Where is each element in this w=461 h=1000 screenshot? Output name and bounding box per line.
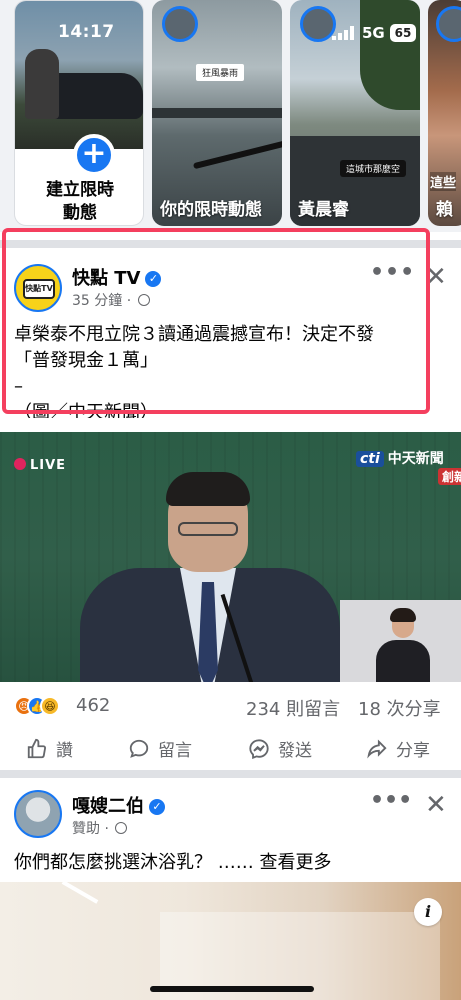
page-name-text: 嘎嫂二伯 [72, 796, 144, 817]
post-text: 你們都怎麼挑選沐浴乳？ …… 查看更多 [14, 848, 331, 874]
close-icon[interactable]: ✕ [425, 262, 447, 292]
feed-divider [0, 240, 461, 248]
add-story-icon[interactable]: + [73, 134, 115, 176]
post-video[interactable]: LIVE cti 中天新聞 創新 [0, 432, 461, 682]
see-more-link[interactable]: 查看更多 [259, 852, 331, 873]
post-image[interactable]: i [0, 880, 461, 1000]
post-action-bar: 讚 留言 發送 分享 [0, 730, 461, 770]
story-sticker: 狂風暴雨 [196, 64, 245, 81]
reaction-icons[interactable]: 😠👍😆 [14, 695, 60, 716]
story-name: 黃晨睿 [298, 200, 349, 220]
verified-badge-icon: ✓ [149, 799, 165, 815]
like-label: 讚 [56, 741, 73, 761]
share-count[interactable]: 18 次分享 [358, 695, 441, 721]
page-avatar[interactable] [14, 790, 62, 838]
like-button[interactable]: 讚 [26, 736, 73, 761]
story-card-lai[interactable]: 這些 賴 [428, 0, 461, 226]
live-label: LIVE [30, 458, 67, 473]
share-button[interactable]: 分享 [366, 736, 430, 761]
story-card-huang[interactable]: 這城市那麼空 黃晨睿 [290, 0, 420, 226]
story-caption: 這些 [430, 172, 457, 191]
share-arrow-icon [367, 738, 387, 759]
send-button[interactable]: 發送 [248, 736, 312, 761]
story-name: 賴 [436, 200, 453, 220]
post-meta: 35 分鐘 · [72, 290, 150, 310]
page-logo: 快點TV [23, 279, 55, 299]
create-story-label: 建立限時 動態 [15, 179, 143, 225]
post-text-line2: 「普發現金１萬」 [14, 350, 158, 371]
sign-language-inset [340, 600, 461, 682]
share-label: 分享 [396, 741, 430, 761]
haha-reaction-icon: 😆 [40, 696, 60, 716]
post-meta: 贊助 · [72, 818, 128, 838]
ceiling-light [61, 880, 99, 904]
sponsored-label: 贊助 [72, 821, 100, 837]
reaction-summary: 😠👍😆 462 234 則留言 18 次分享 [0, 690, 461, 722]
signer-hair [390, 608, 416, 622]
comment-button[interactable]: 留言 [128, 736, 192, 761]
post-text-line4: （圖／中天新聞） [14, 402, 158, 418]
post-time: 35 分鐘 [72, 293, 123, 309]
cti-logo: cti [356, 451, 384, 467]
globe-icon [137, 294, 150, 306]
tree-image [360, 0, 420, 110]
channel-name: 中天新聞 [387, 451, 444, 467]
channel-sub-badge: 創新 [438, 468, 461, 485]
reaction-count[interactable]: 462 [76, 695, 110, 716]
post-sponsored: 嘎嫂二伯 ✓ 贊助 · ••• ✕ 你們都怎麼挑選沐浴乳？ …… 查看更多 i [0, 778, 461, 1000]
story-avatar [436, 6, 461, 42]
page-name-text: 快點 TV [72, 268, 141, 289]
profile-photo [15, 1, 143, 149]
post-text: 卓榮泰不甩立院３讀通過震撼宣布！決定不發 「普發現金１萬」 – （圖／中天新聞） [14, 322, 461, 418]
send-label: 發送 [278, 741, 312, 761]
story-caption: 這城市那麼空 [340, 160, 407, 177]
feed-divider [0, 770, 461, 778]
post-kuaidian-tv: 快點TV 快點 TV ✓ 35 分鐘 · ••• ✕ 卓榮泰不甩立院３讀通過震撼宣… [0, 250, 461, 418]
globe-icon [115, 822, 128, 834]
story-avatar [300, 6, 336, 42]
story-name: 你的限時動態 [160, 200, 262, 220]
post-text-line3: – [14, 376, 23, 397]
signer-body [376, 640, 430, 682]
ad-info-icon[interactable]: i [414, 898, 442, 926]
home-indicator[interactable] [150, 986, 314, 992]
page-avatar[interactable]: 快點TV [14, 264, 62, 312]
more-options-icon[interactable]: ••• [370, 260, 415, 285]
verified-badge-icon: ✓ [145, 271, 162, 287]
bridge-image [152, 108, 282, 118]
speaker-glasses [178, 522, 238, 536]
more-options-icon[interactable]: ••• [370, 788, 412, 813]
create-story-label-line1: 建立限時 [46, 180, 114, 200]
live-dot-icon [14, 458, 26, 470]
stories-tray: + 建立限時 動態 狂風暴雨 你的限時動態 這城市那麼空 黃晨睿 這些 賴 [0, 0, 461, 232]
messenger-icon [249, 738, 269, 759]
wiper-image [192, 136, 282, 170]
post-text-line1: 卓榮泰不甩立院３讀通過震撼宣布！決定不發 [14, 324, 374, 345]
story-card-your-story[interactable]: 狂風暴雨 你的限時動態 [152, 0, 282, 226]
page-name[interactable]: 快點 TV ✓ [72, 264, 162, 290]
create-story-label-line2: 動態 [63, 203, 97, 223]
post-text-body: 你們都怎麼挑選沐浴乳？ …… [14, 852, 254, 873]
speaker-hair [166, 472, 250, 506]
page-name[interactable]: 嘎嫂二伯 ✓ [72, 792, 165, 818]
create-story-card[interactable]: + 建立限時 動態 [14, 0, 144, 226]
person-image [25, 49, 59, 119]
channel-logo: cti 中天新聞 創新 [356, 448, 461, 485]
comment-count[interactable]: 234 則留言 [246, 695, 340, 721]
comment-icon [129, 739, 149, 758]
story-avatar [162, 6, 198, 42]
comment-label: 留言 [158, 741, 192, 761]
close-icon[interactable]: ✕ [425, 790, 447, 820]
live-badge: LIVE [14, 458, 66, 473]
thumbs-up-icon [27, 738, 47, 758]
